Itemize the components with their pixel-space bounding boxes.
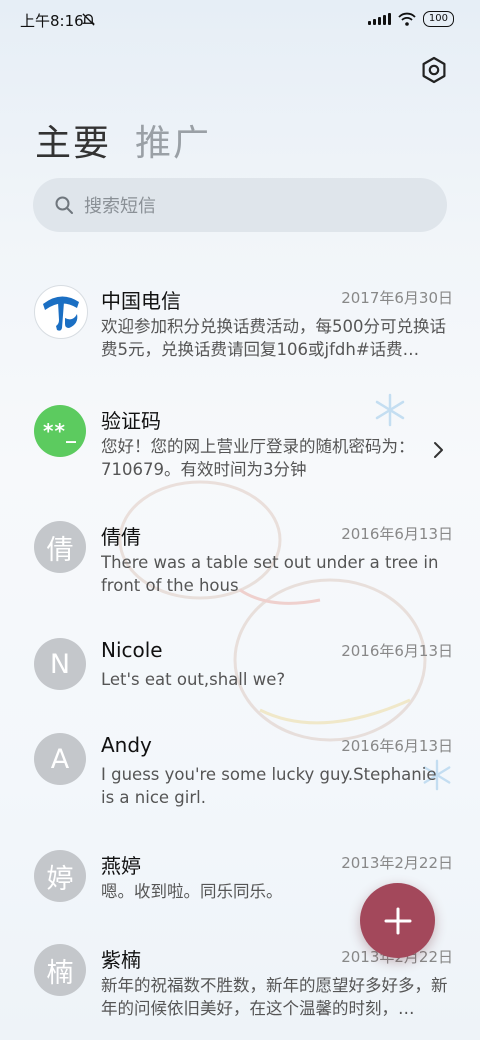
conversation-item[interactable]: **_ 验证码 您好！您的网上营业厅登录的随机密码为：710679。有效时间为3… (0, 405, 480, 485)
message-date: 2017年6月30日 (341, 289, 453, 307)
search-placeholder: 搜索短信 (84, 196, 156, 217)
message-date: 2016年6月13日 (341, 737, 453, 755)
sender-name: 验证码 (101, 409, 161, 433)
sender-name: Nicole (101, 638, 163, 662)
message-preview: 您好！您的网上营业厅登录的随机密码为：710679。有效时间为3分钟 (101, 437, 415, 479)
search-icon (55, 196, 73, 214)
status-time: 上午8:16 (20, 12, 84, 30)
status-icons: 100 (367, 11, 454, 27)
battery-icon: 100 (422, 11, 454, 27)
conversation-item[interactable]: 中国电信 2017年6月30日 欢迎参加积分兑换话费活动，每500分可兑换话费5… (0, 285, 480, 365)
status-bar: 上午8:16 100 (0, 0, 480, 40)
do-not-disturb-icon (82, 13, 95, 26)
avatar: 倩 (34, 521, 86, 573)
avatar: 楠 (34, 944, 86, 996)
chevron-right-icon[interactable] (432, 441, 444, 459)
message-date: 2016年6月13日 (341, 525, 453, 543)
message-preview: There was a table set out under a tree i… (101, 553, 439, 595)
message-preview: Let's eat out,shall we? (101, 670, 286, 689)
message-date: 2013年2月22日 (341, 854, 453, 872)
sender-name: 紫楠 (101, 948, 141, 972)
message-preview: 新年的祝福数不胜数，新年的愿望好多好多，新年的问候依旧美好，在这个温馨的时刻，… (101, 976, 448, 1018)
avatar: 婷 (34, 850, 86, 902)
tab-promotions[interactable]: 推广 (135, 114, 211, 166)
sender-name: Andy (101, 733, 152, 757)
settings-button[interactable] (418, 54, 450, 86)
avatar: A (34, 733, 86, 785)
compose-button[interactable] (360, 883, 435, 958)
conversation-item[interactable]: A Andy 2016年6月13日 I guess you're some lu… (0, 733, 480, 813)
avatar: **_ (34, 405, 86, 457)
china-telecom-logo (43, 296, 79, 331)
plus-icon (384, 907, 411, 934)
category-tabs: 主要 推广 (35, 114, 211, 166)
conversation-item[interactable]: 倩 倩倩 2016年6月13日 There was a table set ou… (0, 521, 480, 601)
sender-name: 燕婷 (101, 854, 141, 878)
message-date: 2016年6月13日 (341, 642, 453, 660)
sender-name: 中国电信 (101, 289, 181, 313)
search-bar[interactable]: 搜索短信 (33, 178, 447, 232)
settings-hexagon-icon (422, 56, 446, 84)
message-preview: 欢迎参加积分兑换话费活动，每500分可兑换话费5元，兑换话费请回复106或jfd… (101, 317, 446, 359)
sender-name: 倩倩 (101, 525, 141, 549)
signal-icon (367, 13, 391, 25)
verification-code-icon: **_ (43, 419, 77, 443)
wifi-icon (398, 12, 416, 26)
avatar: N (34, 638, 86, 690)
conversation-item[interactable]: N Nicole 2016年6月13日 Let's eat out,shall … (0, 638, 480, 698)
message-preview: I guess you're some lucky guy.Stephanie … (101, 765, 437, 807)
tab-main[interactable]: 主要 (35, 114, 111, 166)
avatar (34, 285, 88, 339)
